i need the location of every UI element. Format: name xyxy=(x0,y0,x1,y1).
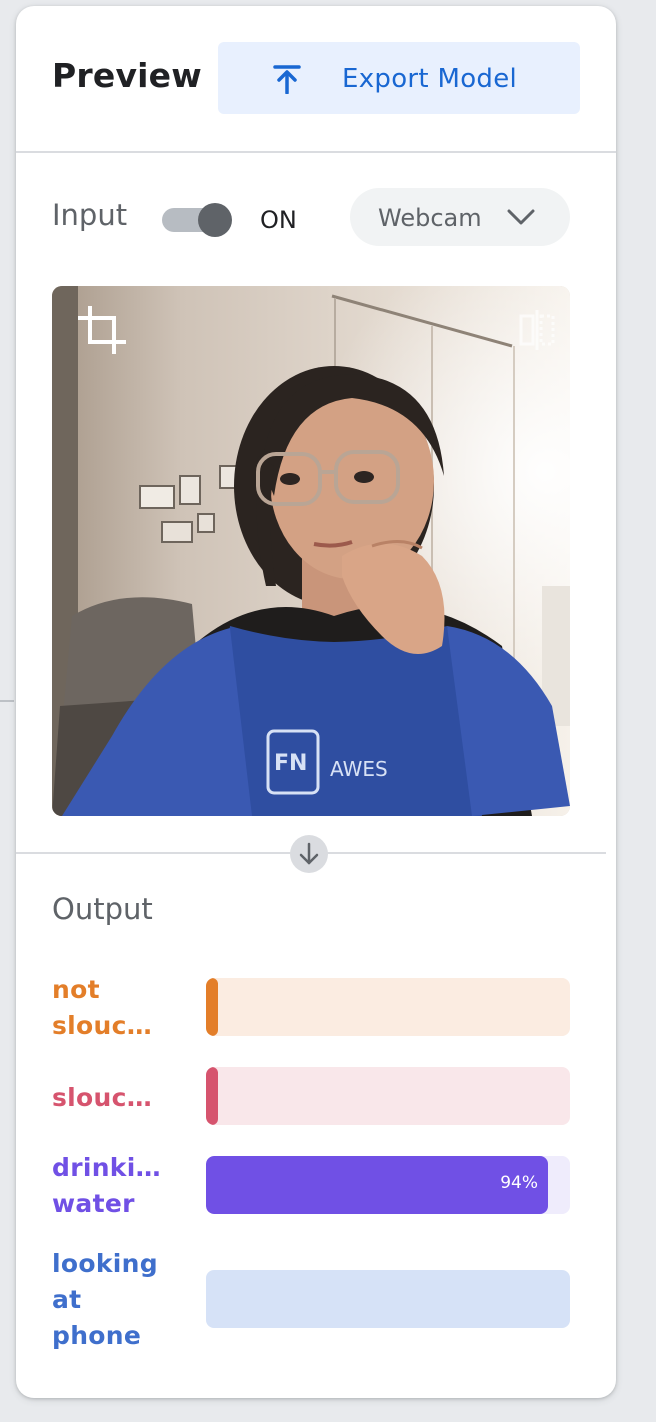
shirt-logo-text: FN xyxy=(274,751,307,776)
export-model-label: Export Model xyxy=(342,64,518,94)
toggle-knob xyxy=(198,203,232,237)
crop-icon[interactable] xyxy=(78,306,126,354)
shirt-text: AWES xyxy=(330,757,388,781)
confidence-bar xyxy=(206,978,570,1036)
output-label: Output xyxy=(52,892,153,926)
input-source-dropdown[interactable]: Webcam xyxy=(350,188,570,246)
export-model-button[interactable]: Export Model xyxy=(218,42,580,114)
confidence-fill xyxy=(206,1067,218,1125)
preview-panel: Preview Export Model Input ON Webcam FN … xyxy=(16,6,616,1398)
webcam-feed: FN AWES xyxy=(52,286,570,816)
upload-icon xyxy=(273,65,301,94)
preview-header: Preview Export Model xyxy=(16,6,616,151)
confidence-bar: 94% xyxy=(206,1156,570,1214)
input-source-value: Webcam xyxy=(378,204,482,232)
input-toggle[interactable] xyxy=(162,203,234,237)
chevron-down-icon xyxy=(507,209,535,225)
confidence-fill: 94% xyxy=(206,1156,548,1214)
toggle-state-label: ON xyxy=(260,206,297,234)
confidence-percent: 94% xyxy=(500,1173,538,1193)
class-label: not slouc… xyxy=(52,975,153,1040)
side-divider xyxy=(0,700,14,702)
header-divider xyxy=(16,151,616,153)
arrow-down-icon xyxy=(290,835,328,873)
confidence-fill xyxy=(206,978,218,1036)
confidence-bar xyxy=(206,1270,570,1328)
input-label: Input xyxy=(52,198,128,232)
webcam-image: FN AWES xyxy=(52,286,570,816)
class-label: drinki… water xyxy=(52,1153,161,1218)
panel-title: Preview xyxy=(52,56,202,95)
class-label: slouc… xyxy=(52,1083,153,1112)
confidence-bar xyxy=(206,1067,570,1125)
flip-horizontal-icon[interactable] xyxy=(518,308,556,352)
class-label: looking at phone xyxy=(52,1249,158,1350)
